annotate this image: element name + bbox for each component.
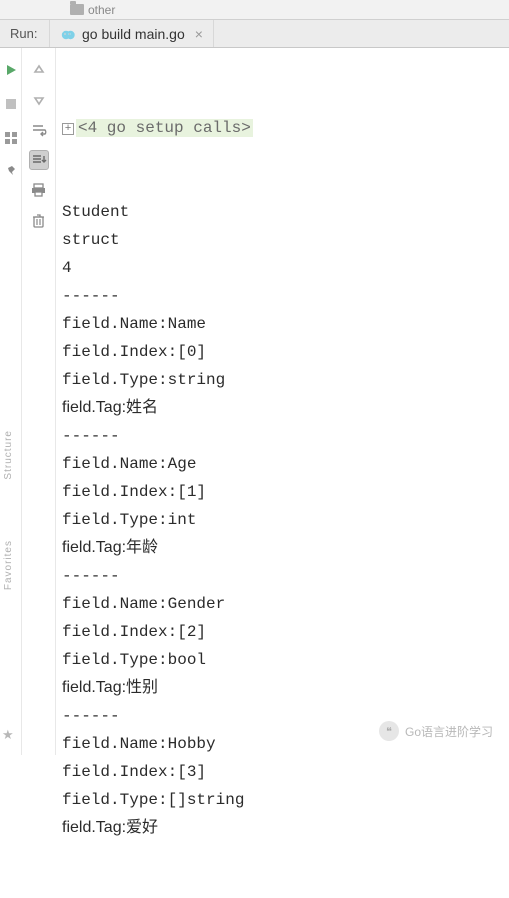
console-line: field.Tag:姓名 [62, 394, 503, 422]
console-line: field.Type:int [62, 506, 503, 534]
setup-call-text: <4 go setup calls> [76, 119, 253, 137]
console-line: field.Index:[3] [62, 758, 503, 786]
console-line: ------ [62, 282, 503, 310]
wechat-icon: ❝ [379, 721, 399, 741]
console-line: ------ [62, 422, 503, 450]
run-control-gutter [0, 48, 22, 755]
console-line: 4 [62, 254, 503, 282]
layout-button[interactable] [1, 128, 21, 148]
console-tool-gutter [22, 48, 56, 755]
scroll-to-end-button[interactable] [29, 150, 49, 170]
clear-all-button[interactable] [29, 210, 49, 230]
console-line: struct [62, 226, 503, 254]
folder-icon [70, 4, 84, 15]
console-line: field.Tag:年龄 [62, 534, 503, 562]
left-tool-rail: Structure Favorites [0, 430, 16, 590]
stop-button[interactable] [1, 94, 21, 114]
console-line: field.Tag:性别 [62, 674, 503, 702]
console-line: field.Name:Name [62, 310, 503, 338]
console-line: field.Index:[1] [62, 478, 503, 506]
structure-tool-label[interactable]: Structure [3, 430, 14, 480]
console-line: Student [62, 198, 503, 226]
run-config-tab[interactable]: go build main.go × [50, 20, 214, 47]
up-stack-button[interactable] [29, 60, 49, 80]
run-panel-body: +<4 go setup calls> Studentstruct4------… [0, 48, 509, 755]
run-tab-label: go build main.go [82, 26, 185, 42]
soft-wrap-button[interactable] [29, 120, 49, 140]
favorites-tool-label[interactable]: Favorites [3, 540, 14, 590]
console-line: ------ [62, 562, 503, 590]
watermark: ❝ Go语言进阶学习 [379, 721, 493, 741]
rerun-button[interactable] [1, 60, 21, 80]
console-line: field.Index:[2] [62, 618, 503, 646]
project-tree-strip: other [0, 0, 509, 20]
run-tab-bar: Run: go build main.go × [0, 20, 509, 48]
favorites-star-icon[interactable]: ★ [2, 727, 14, 743]
console-line: field.Name:Age [62, 450, 503, 478]
folder-label: other [88, 3, 115, 17]
console-line: field.Type:bool [62, 646, 503, 674]
console-line: field.Index:[0] [62, 338, 503, 366]
go-file-icon [60, 26, 76, 42]
pin-button[interactable] [1, 162, 21, 182]
fold-expand-icon[interactable]: + [62, 123, 74, 135]
console-line: field.Name:Gender [62, 590, 503, 618]
console-line: field.Type:string [62, 366, 503, 394]
run-panel-label: Run: [0, 20, 50, 47]
watermark-text: Go语言进阶学习 [405, 723, 493, 740]
console-line: field.Type:[]string [62, 786, 503, 814]
down-stack-button[interactable] [29, 90, 49, 110]
console-line: field.Tag:爱好 [62, 814, 503, 842]
print-button[interactable] [29, 180, 49, 200]
project-folder-item[interactable]: other [60, 3, 125, 17]
close-icon[interactable]: × [191, 26, 203, 42]
console-output[interactable]: +<4 go setup calls> Studentstruct4------… [56, 48, 509, 755]
console-line-setup: +<4 go setup calls> [62, 114, 503, 142]
